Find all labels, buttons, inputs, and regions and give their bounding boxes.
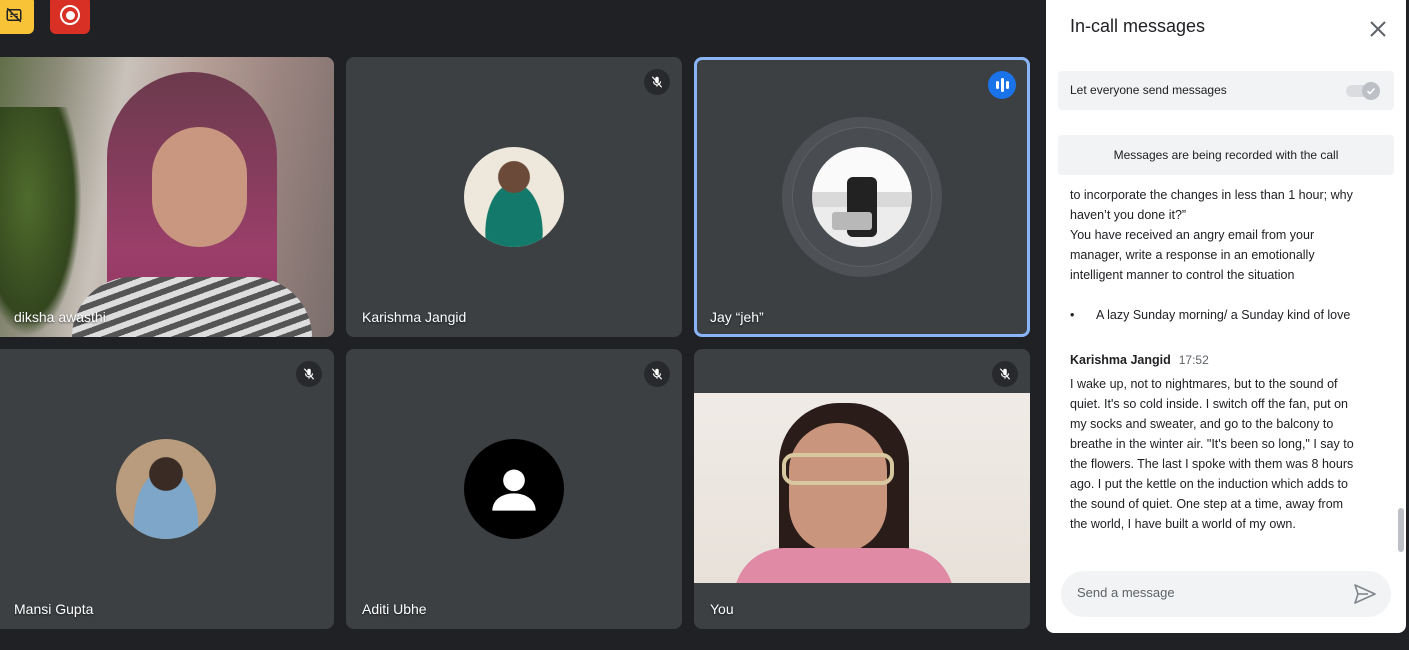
message-bullet-item: • A lazy Sunday morning/ a Sunday kind of… [1070, 308, 1351, 322]
message-line: my socks and sweater, and go to the balc… [1070, 417, 1334, 431]
message-composer[interactable]: Send a message [1061, 571, 1391, 617]
avatar [464, 147, 564, 247]
check-icon [1362, 82, 1380, 100]
close-icon [1370, 21, 1386, 37]
message-line: You have received an angry email from yo… [1070, 228, 1315, 242]
send-message-input[interactable]: Send a message [1077, 585, 1175, 600]
participant-name: You [710, 601, 734, 617]
mic-off-icon [644, 361, 670, 387]
participant-name: Mansi Gupta [14, 601, 94, 617]
participant-name: Aditi Ubhe [362, 601, 427, 617]
message-line: to incorporate the changes in less than … [1070, 188, 1353, 202]
panel-title: In-call messages [1070, 16, 1206, 36]
participant-tile-aditi[interactable]: Aditi Ubhe [346, 349, 682, 629]
message-sender: Karishma Jangid [1070, 353, 1171, 367]
in-call-messages-panel: In-call messages Let everyone send messa… [1046, 0, 1406, 633]
let-everyone-send-messages-row: Let everyone send messages [1058, 71, 1394, 110]
participant-name: diksha awasthi [14, 309, 106, 325]
default-avatar [464, 439, 564, 539]
message-line: ago. I put the kettle on the induction w… [1070, 477, 1348, 491]
message-line: quiet. It's so cold inside. I switch off… [1070, 397, 1349, 411]
messages-scrollbar[interactable] [1398, 508, 1404, 552]
message-line: the world, I have built a world of my ow… [1070, 517, 1296, 531]
speaking-indicator-icon [988, 71, 1016, 99]
participant-name: Karishma Jangid [362, 309, 467, 325]
participant-tile-you[interactable]: You [694, 349, 1030, 629]
recording-notice: Messages are being recorded with the cal… [1058, 135, 1394, 175]
message-line: the sound of quiet. One step at a time, … [1070, 497, 1344, 511]
participant-tile-karishma[interactable]: Karishma Jangid [346, 57, 682, 337]
mic-off-icon [296, 361, 322, 387]
participant-name: Jay “jeh” [710, 309, 764, 325]
mic-off-icon [644, 69, 670, 95]
captions-off-badge[interactable] [0, 0, 34, 34]
message-line: I wake up, not to nightmares, but to the… [1070, 377, 1338, 391]
camera-feed [0, 57, 334, 337]
recording-icon [60, 5, 80, 25]
let-everyone-send-messages-toggle[interactable] [1346, 82, 1382, 100]
message-time: 17:52 [1178, 353, 1209, 367]
participant-tile-mansi[interactable]: Mansi Gupta [0, 349, 334, 629]
send-button[interactable] [1354, 584, 1376, 604]
message-line: manager, write a response in an emotiona… [1070, 248, 1315, 262]
participant-tile-jay[interactable]: Jay “jeh” [694, 57, 1030, 337]
recording-badge[interactable] [50, 0, 90, 34]
participant-tile-diksha[interactable]: diksha awasthi [0, 57, 334, 337]
message-header: Karishma Jangid 17:52 [1070, 353, 1209, 367]
avatar [812, 147, 912, 247]
message-line: haven’t you done it?” [1070, 208, 1187, 222]
message-line: intelligent manner to control the situat… [1070, 268, 1295, 282]
message-line: the flowers. The last I spoke with them … [1070, 457, 1354, 471]
avatar [116, 439, 216, 539]
mic-off-icon [992, 361, 1018, 387]
toggle-label: Let everyone send messages [1070, 83, 1227, 97]
send-icon [1354, 584, 1376, 604]
message-line: breathe in the winter air. "It's been so… [1070, 437, 1354, 451]
camera-feed [694, 393, 1030, 583]
person-icon [492, 469, 536, 511]
close-panel-button[interactable] [1364, 15, 1392, 43]
closed-captions-off-icon [6, 7, 22, 23]
